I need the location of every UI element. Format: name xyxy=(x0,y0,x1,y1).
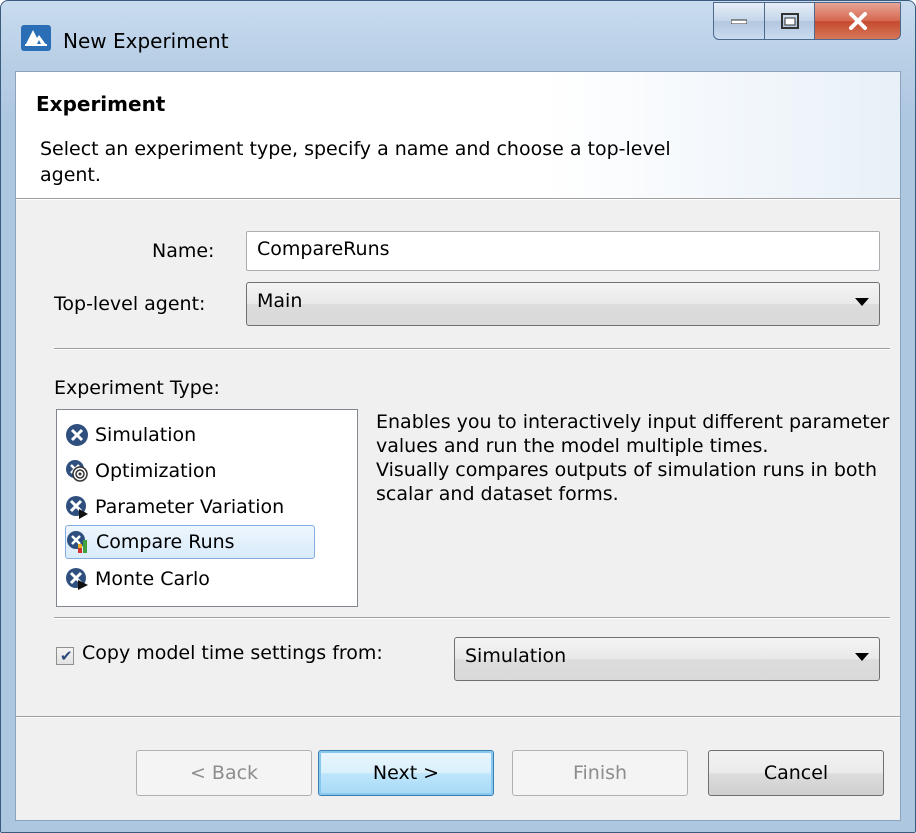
maximize-button[interactable] xyxy=(765,2,815,40)
monte-carlo-icon xyxy=(66,568,88,590)
top-level-agent-select[interactable]: Main xyxy=(246,282,880,326)
list-item-label: Compare Runs xyxy=(96,531,235,553)
list-item-label: Simulation xyxy=(95,424,197,446)
time-settings-source-value: Simulation xyxy=(465,645,567,667)
experiment-type-description: Enables you to interactively input diffe… xyxy=(376,410,896,506)
time-settings-source-select[interactable]: Simulation xyxy=(454,637,880,681)
copy-time-settings-label: Copy model time settings from: xyxy=(82,642,383,664)
chevron-down-icon xyxy=(855,298,869,306)
section-divider-2 xyxy=(54,617,890,619)
top-level-agent-value: Main xyxy=(257,290,303,312)
top-level-agent-label: Top-level agent: xyxy=(54,293,206,315)
back-button[interactable]: < Back xyxy=(136,750,312,796)
minimize-icon xyxy=(731,19,747,24)
experiment-type-label: Experiment Type: xyxy=(54,377,220,399)
cancel-button[interactable]: Cancel xyxy=(708,750,884,796)
compare-runs-icon xyxy=(67,531,87,553)
anylogic-app-icon xyxy=(21,25,51,51)
close-icon xyxy=(848,12,867,30)
minimize-button[interactable] xyxy=(713,2,765,40)
list-item-monte-carlo[interactable]: Monte Carlo xyxy=(65,562,315,596)
finish-button[interactable]: Finish xyxy=(512,750,688,796)
list-item-label: Monte Carlo xyxy=(95,568,210,590)
checkmark-icon: ✔ xyxy=(60,647,73,665)
window-title: New Experiment xyxy=(63,29,229,53)
list-item-label: Parameter Variation xyxy=(95,496,285,518)
description-line-2: Visually compares outputs of simulation … xyxy=(376,459,878,505)
footer-divider xyxy=(16,716,900,718)
section-divider xyxy=(54,348,890,350)
parameter-variation-icon xyxy=(66,496,88,519)
name-input[interactable]: CompareRuns xyxy=(246,231,880,271)
header-divider xyxy=(16,198,900,200)
list-item-optimization[interactable]: Optimization xyxy=(65,454,315,488)
list-item-parameter-variation[interactable]: Parameter Variation xyxy=(65,490,315,524)
dialog-content: Experiment Select an experiment type, sp… xyxy=(15,71,901,821)
list-item-label: Optimization xyxy=(95,460,217,482)
optimization-icon xyxy=(66,460,88,482)
maximize-icon xyxy=(780,13,799,29)
simulation-icon xyxy=(66,424,88,446)
page-title: Experiment xyxy=(36,92,166,116)
close-button[interactable] xyxy=(815,2,901,40)
description-line-1: Enables you to interactively input diffe… xyxy=(376,411,890,457)
list-item-simulation[interactable]: Simulation xyxy=(65,418,315,452)
experiment-type-list[interactable]: Simulation Optimization Parameter Variat… xyxy=(56,409,358,607)
new-experiment-dialog: New Experiment Experiment Select an expe… xyxy=(0,0,916,833)
name-label: Name: xyxy=(152,240,215,262)
next-button[interactable]: Next > xyxy=(318,750,494,796)
chevron-down-icon xyxy=(855,653,869,661)
copy-time-settings-checkbox[interactable]: ✔ xyxy=(56,647,74,665)
wizard-header: Experiment Select an experiment type, sp… xyxy=(16,72,900,198)
page-description: Select an experiment type, specify a nam… xyxy=(40,138,671,186)
title-bar[interactable]: New Experiment xyxy=(1,1,915,71)
list-item-compare-runs[interactable]: Compare Runs xyxy=(65,525,315,559)
